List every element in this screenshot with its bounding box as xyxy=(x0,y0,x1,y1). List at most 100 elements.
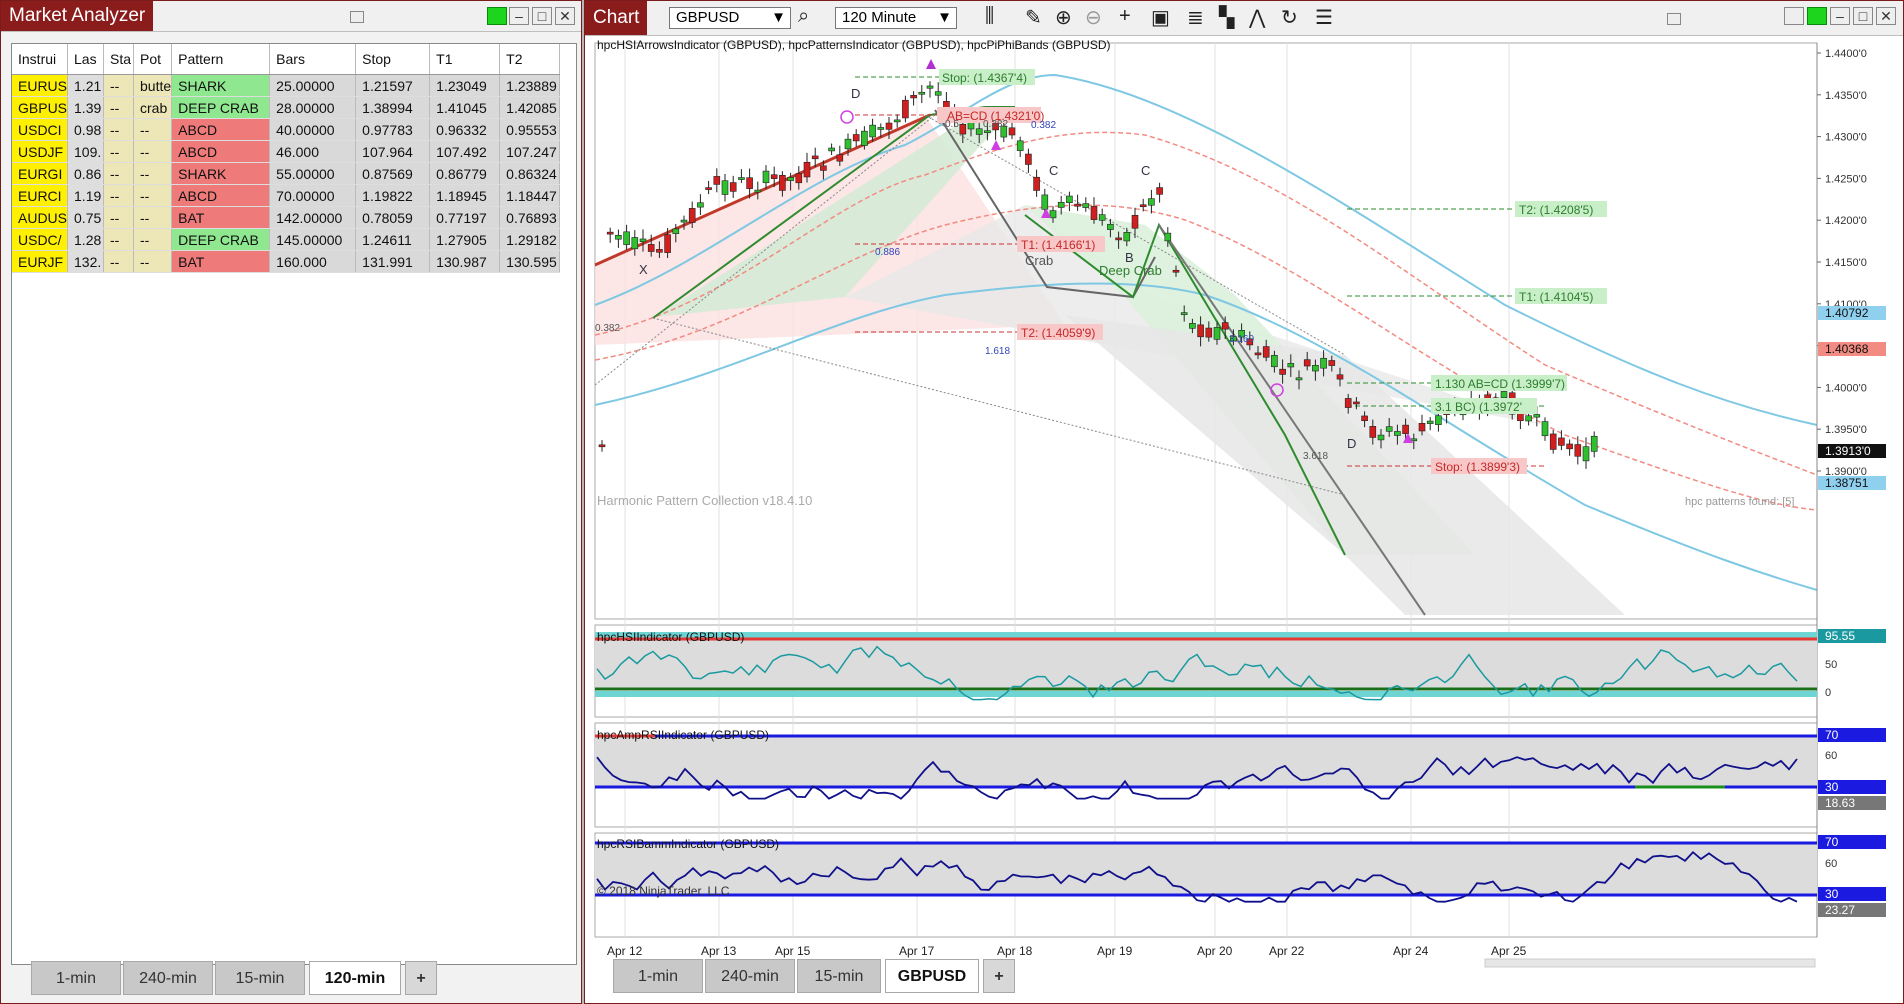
cell-last: 132. xyxy=(67,250,105,273)
candle-body xyxy=(975,128,983,135)
candle-body xyxy=(1402,424,1409,434)
instrument-select[interactable]: GBPUSD ▼ xyxy=(669,7,791,29)
tab-240-min[interactable]: 240-min xyxy=(123,961,213,995)
tab-gbpusd[interactable]: GBPUSD xyxy=(885,959,979,993)
cell-stop: 0.97783 xyxy=(355,118,431,141)
ratio-label-8: 3.160 xyxy=(1229,334,1254,345)
chart-titlebar[interactable]: Chart GBPUSD ▼ ⌕ 120 Minute ▼ ⫼ ✎ ⊕ ⊖ + … xyxy=(585,1,1903,36)
column-header[interactable]: T1 xyxy=(429,44,501,75)
candle-body xyxy=(738,177,745,180)
tab-1-min[interactable]: 1-min xyxy=(31,961,121,995)
candle-body xyxy=(1369,426,1377,438)
close-button[interactable]: ✕ xyxy=(1876,7,1896,25)
chart-window: Chart GBPUSD ▼ ⌕ 120 Minute ▼ ⫼ ✎ ⊕ ⊖ + … xyxy=(584,0,1904,1004)
crosshair-icon[interactable]: + xyxy=(1119,5,1131,28)
column-header[interactable]: T2 xyxy=(499,44,561,75)
table-row[interactable]: EURGI 0.86 -- -- SHARK 55.00000 0.87569 0.86779… xyxy=(12,162,561,185)
column-header[interactable]: Las xyxy=(67,44,105,75)
minimize-button[interactable]: – xyxy=(1830,7,1850,25)
tab-240-min[interactable]: 240-min xyxy=(705,959,795,993)
cell-t2: 1.42085 xyxy=(499,96,561,119)
candle-body xyxy=(861,130,868,146)
interval-select[interactable]: 120 Minute ▼ xyxy=(835,7,957,29)
tab-120-min[interactable]: 120-min xyxy=(309,961,401,995)
cell-t1: 0.96332 xyxy=(429,118,501,141)
strategies-icon[interactable]: ▚ xyxy=(1219,5,1234,30)
bar-type-icon[interactable]: ⫼ xyxy=(985,5,994,28)
candle-body xyxy=(1295,377,1303,381)
candle-body xyxy=(820,165,827,171)
table-row[interactable]: EURJF 132. -- -- BAT 160.000 131.991 130.987 130… xyxy=(12,250,561,273)
cell-pot: -- xyxy=(133,140,173,163)
link-icon[interactable] xyxy=(1784,7,1804,25)
table-row[interactable]: EURCI 1.19 -- -- ABCD 70.00000 1.19822 1.18945 1… xyxy=(12,184,561,207)
date-tick: Apr 20 xyxy=(1197,944,1233,958)
ratio-label-4: 1.618 xyxy=(985,346,1010,357)
price-tick: 1.4000'0 xyxy=(1825,382,1867,394)
minimize-button[interactable]: – xyxy=(509,7,529,25)
interval-value: 120 Minute xyxy=(842,9,917,26)
table-row[interactable]: USDJF 109. -- -- ABCD 46.000 107.964 107.492 107… xyxy=(12,140,561,163)
candle-body xyxy=(984,130,991,134)
cell-bars: 70.00000 xyxy=(269,184,357,207)
add-tab-button[interactable]: + xyxy=(983,959,1015,993)
market-analyzer-title: Market Analyzer xyxy=(1,1,154,31)
column-header[interactable]: Stop xyxy=(355,44,431,75)
chart-canvas[interactable]: Stop: (1.4367'4) AB=CD (1.4321'0) T1: (1… xyxy=(585,35,1903,985)
close-button[interactable]: ✕ xyxy=(555,7,575,25)
candle-body xyxy=(1205,327,1213,338)
candle-body xyxy=(1115,237,1122,241)
market-analyzer-titlebar[interactable]: Market Analyzer – □ ✕ xyxy=(1,1,581,32)
candle-body xyxy=(1164,232,1172,242)
bc-label: 3.1 BC) (1.3972' xyxy=(1435,400,1522,414)
ratio-label-6: 3.618 xyxy=(1303,451,1328,462)
cell-bars: 55.00000 xyxy=(269,162,357,185)
candle-body xyxy=(1344,398,1352,408)
cell-pattern: DEEP CRAB xyxy=(171,96,271,119)
candle-body xyxy=(1107,223,1114,230)
tab-15-min[interactable]: 15-min xyxy=(215,961,305,995)
cell-last: 0.86 xyxy=(67,162,105,185)
chart-title: Chart xyxy=(585,1,648,35)
properties-icon[interactable]: ☰ xyxy=(1315,5,1333,30)
add-tab-button[interactable]: + xyxy=(405,961,437,995)
candle-body xyxy=(1016,140,1024,151)
table-row[interactable]: AUDUS 0.75 -- -- BAT 142.00000 0.78059 0.77197 0… xyxy=(12,206,561,229)
table-row[interactable]: USDC/1.28 -- -- DEEP CRAB 145.00000 1.24611 1.… xyxy=(12,228,561,251)
column-header[interactable]: Sta xyxy=(103,44,135,75)
column-header[interactable]: Bars xyxy=(269,44,357,75)
column-header[interactable]: Pot xyxy=(133,44,173,75)
table-row[interactable]: GBPUS 1.39 -- crab DEEP CRAB 28.00000 1.38994 1… xyxy=(12,96,561,119)
date-tick: Apr 17 xyxy=(899,944,935,958)
table-row[interactable]: USDCI 0.98 -- -- ABCD 40.00000 0.97783 0.96332 0… xyxy=(12,118,561,141)
candle-body xyxy=(1033,176,1040,191)
table-row[interactable]: EURUS 1.21 -- butte SHARK 25.00000 1.21597 1.23… xyxy=(12,74,561,97)
tab-15-min[interactable]: 15-min xyxy=(797,959,881,993)
price-marker: 1.38751 xyxy=(1825,476,1869,490)
candle-body xyxy=(934,91,942,96)
data-box-icon[interactable]: ▣ xyxy=(1151,5,1170,30)
draw-pencil-icon[interactable]: ✎ xyxy=(1025,5,1042,30)
zoom-out-icon[interactable]: ⊖ xyxy=(1085,5,1102,30)
hsi-band-bottom xyxy=(595,691,1817,697)
column-header[interactable]: Instrui xyxy=(12,44,69,75)
candle-body xyxy=(1385,426,1393,432)
candle-body xyxy=(1057,202,1065,208)
amp-value: 18.63 xyxy=(1825,796,1855,810)
cell-stop: 1.38994 xyxy=(355,96,431,119)
maximize-button[interactable]: □ xyxy=(1853,7,1873,25)
zoom-in-icon[interactable]: ⊕ xyxy=(1055,5,1072,30)
search-icon[interactable]: ⌕ xyxy=(798,5,809,28)
market-analyzer-grid[interactable]: Instrui Las Sta Pot Pattern Bars Stop T1 T2 EURUS… xyxy=(11,43,577,965)
refresh-icon[interactable]: ↻ xyxy=(1281,5,1298,30)
line-tools-icon[interactable]: ⋀ xyxy=(1249,5,1265,30)
candle-body xyxy=(1271,355,1278,368)
column-header[interactable]: Pattern xyxy=(171,44,271,75)
indicators-icon[interactable]: ≣ xyxy=(1187,5,1204,30)
restore-icon[interactable] xyxy=(350,11,364,23)
cell-state: -- xyxy=(103,228,135,251)
maximize-button[interactable]: □ xyxy=(532,7,552,25)
restore-icon[interactable] xyxy=(1667,13,1681,25)
candle-body xyxy=(713,176,721,185)
tab-1-min[interactable]: 1-min xyxy=(613,959,703,993)
